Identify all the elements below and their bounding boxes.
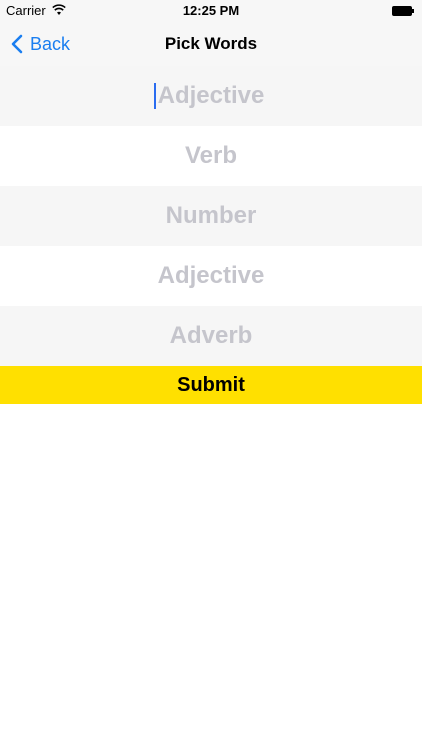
adjective-input-2[interactable] bbox=[0, 245, 422, 307]
status-bar: Carrier 12:25 PM bbox=[0, 0, 422, 22]
word-fields bbox=[0, 65, 422, 367]
navigation-bar: Back Pick Words bbox=[0, 22, 422, 67]
word-field-row bbox=[0, 245, 422, 307]
adjective-input[interactable] bbox=[0, 65, 422, 127]
word-field-row bbox=[0, 125, 422, 187]
adverb-input[interactable] bbox=[0, 305, 422, 367]
submit-button[interactable]: Submit bbox=[0, 366, 422, 404]
battery-icon bbox=[392, 6, 414, 16]
word-field-row bbox=[0, 185, 422, 247]
word-field-row bbox=[0, 305, 422, 367]
word-field-row bbox=[0, 65, 422, 127]
text-cursor bbox=[154, 83, 156, 109]
number-input[interactable] bbox=[0, 185, 422, 247]
verb-input[interactable] bbox=[0, 125, 422, 187]
page-title: Pick Words bbox=[164, 34, 258, 53]
status-time: 12:25 PM bbox=[182, 3, 240, 18]
